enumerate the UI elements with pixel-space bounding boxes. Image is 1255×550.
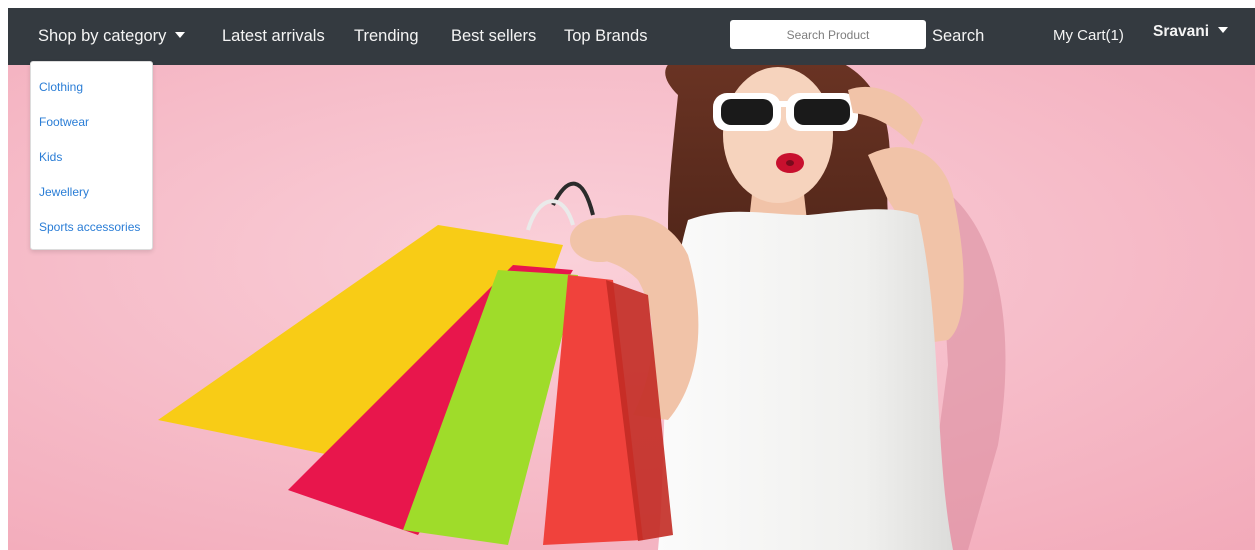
nav-link-best-sellers[interactable]: Best sellers [451, 8, 536, 65]
category-item-jewellery[interactable]: Jewellery [39, 185, 89, 199]
user-name: Sravani [1153, 23, 1210, 40]
category-item-kids[interactable]: Kids [39, 150, 62, 164]
category-item-sports-accessories[interactable]: Sports accessories [39, 220, 140, 234]
chevron-down-icon [1218, 27, 1229, 33]
my-cart-link[interactable]: My Cart(1) [1053, 8, 1124, 65]
top-navbar: Shop by category Latest arrivals Trendin… [8, 8, 1255, 65]
shop-by-category-toggle[interactable]: Shop by category [38, 8, 186, 65]
white-dress [658, 209, 953, 550]
category-dropdown-menu: Clothing Footwear Kids Jewellery Sports … [30, 61, 153, 250]
page-frame: Shop by category Latest arrivals Trendin… [8, 8, 1255, 550]
hand-holding-bags [570, 218, 630, 262]
nav-link-trending[interactable]: Trending [354, 8, 419, 65]
hero-image [8, 65, 1255, 550]
search-button[interactable]: Search [932, 8, 984, 65]
nav-link-top-brands[interactable]: Top Brands [564, 8, 647, 65]
shop-by-category-label: Shop by category [38, 27, 167, 45]
nav-link-latest-arrivals[interactable]: Latest arrivals [222, 8, 325, 65]
category-item-clothing[interactable]: Clothing [39, 80, 83, 94]
category-item-footwear[interactable]: Footwear [39, 115, 89, 129]
hero-banner [8, 65, 1255, 550]
user-menu-toggle[interactable]: Sravani [1153, 8, 1229, 61]
face [723, 67, 833, 203]
search-input[interactable] [730, 20, 926, 49]
chevron-down-icon [175, 32, 186, 38]
